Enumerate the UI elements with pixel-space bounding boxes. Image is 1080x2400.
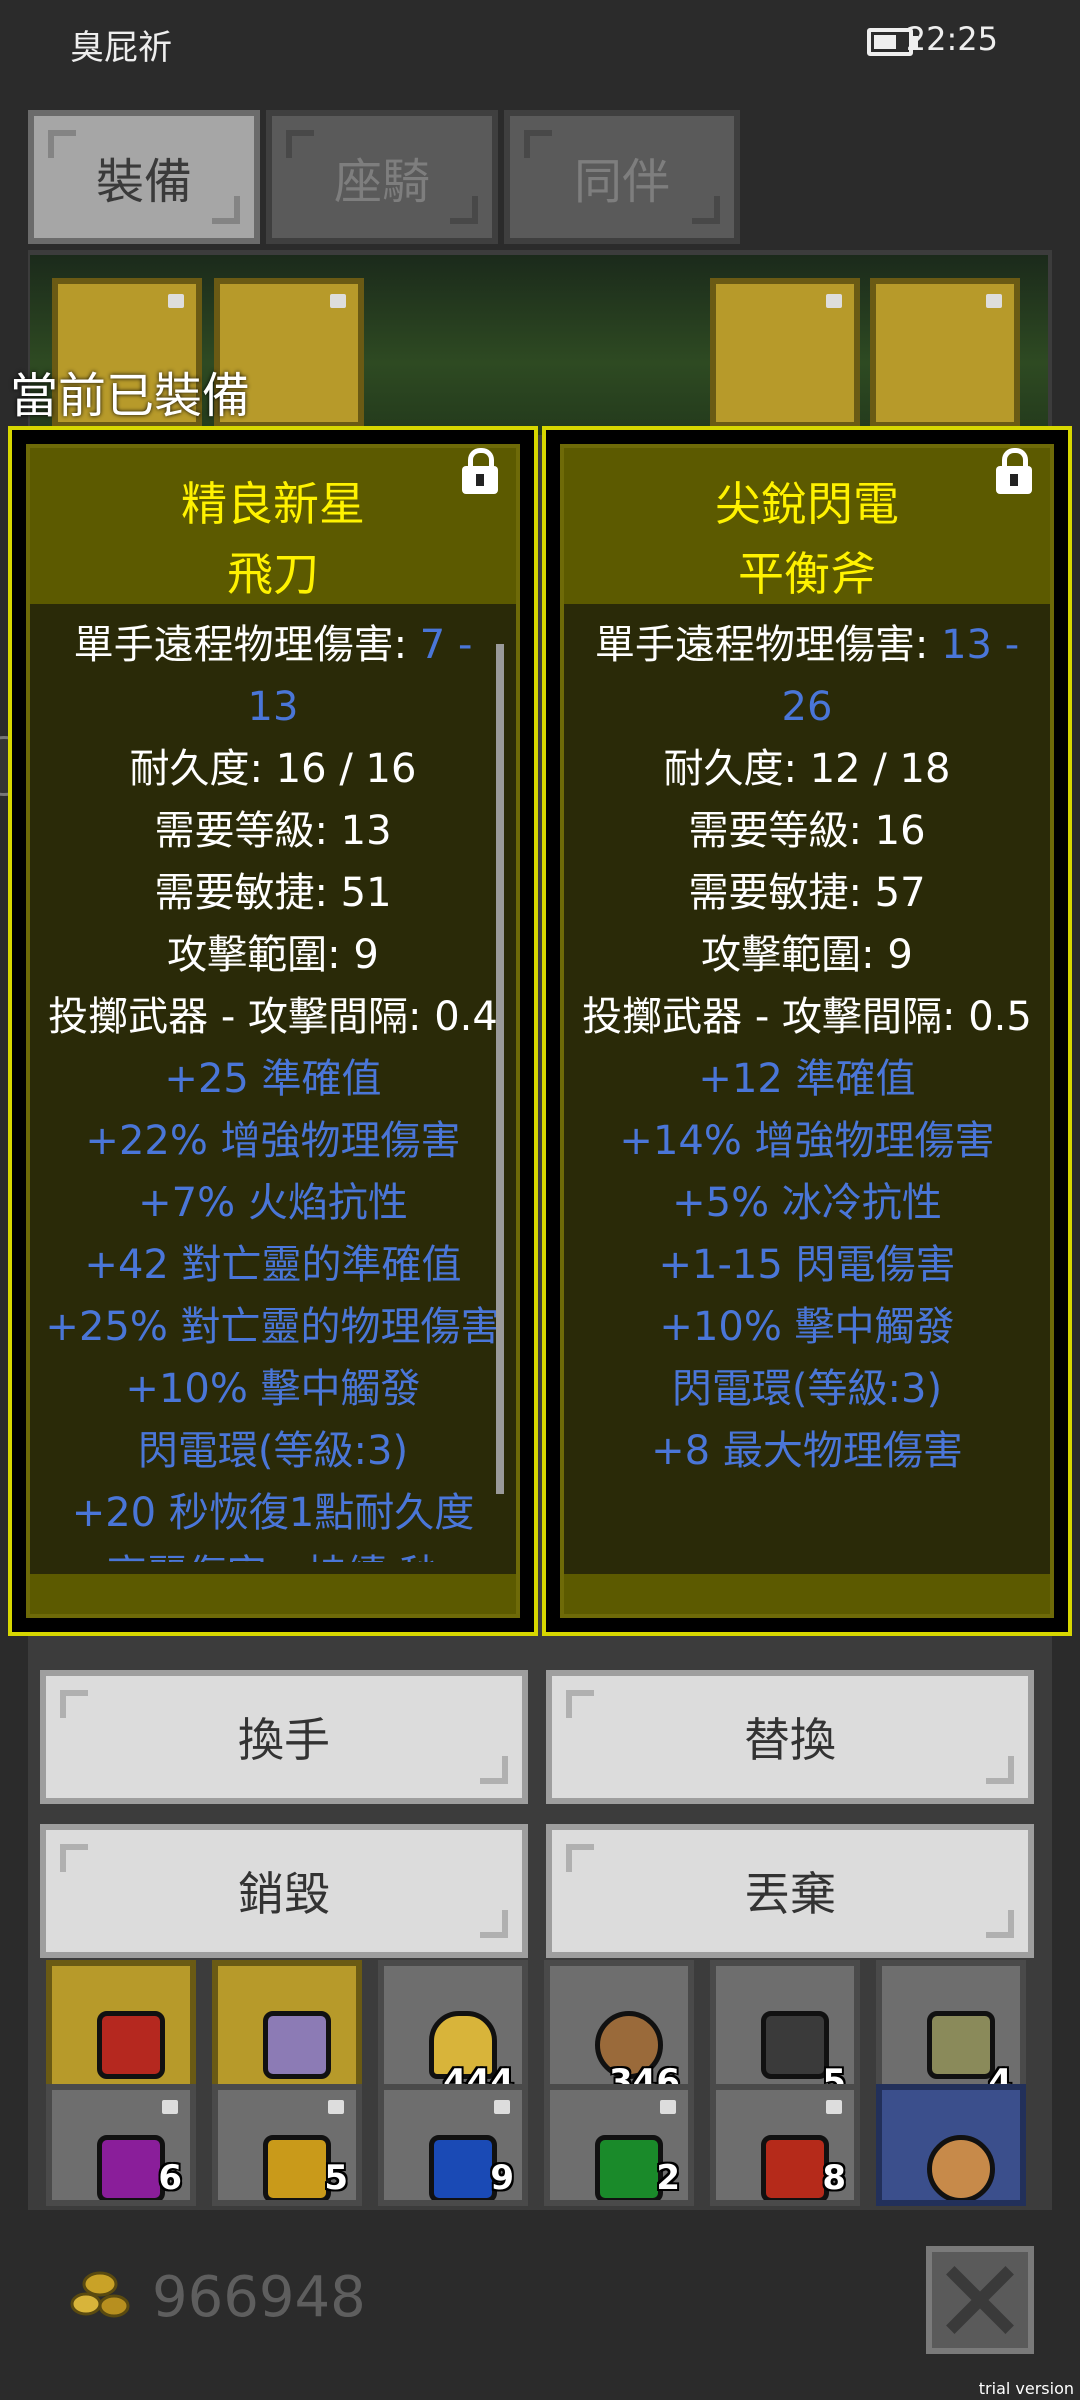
panel-header: 尖銳閃電 平衡斧 [564,448,1050,604]
affix-line: +7% 火焰抗性 [138,1180,408,1226]
lock-icon[interactable] [462,448,498,494]
stat-damage-cont: 26 [781,684,833,730]
tab-mount-label: 座騎 [333,154,430,210]
clock: 22:25 [905,20,998,58]
inventory-slot[interactable]: 5 [212,2084,362,2206]
item-prefix: 精良新星 [181,477,365,531]
stat-line: 需要等級: 16 [688,808,926,854]
equip-slot[interactable] [710,278,860,428]
affix-line: +1-15 閃電傷害 [658,1242,956,1288]
item-stats[interactable]: 單手遠程物理傷害: 13 - 26 耐久度: 12 / 18 需要等級: 16 … [564,614,1050,1562]
equip-slot-amulet[interactable] [870,278,1020,428]
affix-line: +8 最大物理傷害 [651,1428,963,1474]
stat-line: 需要敏捷: 57 [688,870,926,916]
inventory-slot[interactable]: 6 [46,2084,196,2206]
stat-line: 投擲武器 - 攻擊間隔: 0.4 [48,994,498,1040]
stat-label: 單手遠程物理傷害: [594,622,942,668]
item-count: 6 [158,2158,182,2198]
destroy-label: 銷毀 [238,1867,330,1921]
status-bar: 臭屁祈 22:25 [0,0,1080,90]
stat-value: 7 - [419,622,473,668]
item-count: 9 [490,2158,514,2198]
stat-line: 需要等級: 13 [154,808,392,854]
item-name: 平衡斧 [738,547,876,601]
stat-damage-cont: 13 [247,684,299,730]
panel-footer [564,1574,1050,1614]
inventory-slot[interactable] [876,2084,1026,2206]
affix-line: +10% 擊中觸發 [125,1366,421,1412]
candidate-item-panel: 尖銳閃電 平衡斧 單手遠程物理傷害: 13 - 26 耐久度: 12 / 18 … [542,426,1072,1636]
affix-line: +25% 對亡靈的物理傷害 [45,1304,501,1350]
stat-label: 單手遠程物理傷害: [73,622,420,668]
panel-footer [30,1574,516,1614]
affix-line: 高麗傷害 - 持續 秒 [30,1544,516,1562]
discard-label: 丟棄 [744,1867,836,1921]
tab-mount[interactable]: 座騎 [266,110,498,244]
carrier-name: 臭屁祈 [70,28,172,68]
affix-line: +20 秒恢復1點耐久度 [71,1490,475,1536]
lock-icon[interactable] [996,448,1032,494]
inventory-slot[interactable]: 9 [378,2084,528,2206]
affix-line: +14% 增強物理傷害 [619,1118,995,1164]
tab-equipment[interactable]: 裝備 [28,110,260,244]
item-prefix: 尖銳閃電 [715,477,899,531]
currently-equipped-label: 當前已裝備 [10,368,251,424]
stat-line: 投擲武器 - 攻擊間隔: 0.5 [582,994,1032,1040]
item-stats[interactable]: 單手遠程物理傷害: 7 - 13 耐久度: 16 / 16 需要等級: 13 需… [30,614,516,1562]
replace-label: 替換 [744,1713,836,1767]
item-count: 2 [656,2158,680,2198]
affix-line: +22% 增強物理傷害 [85,1118,461,1164]
inventory-slot[interactable]: 2 [544,2084,694,2206]
replace-button[interactable]: 替換 [546,1670,1034,1804]
affix-line: +10% 擊中觸發 [659,1304,955,1350]
stat-value: 13 - [941,622,1020,668]
panel-header: 精良新星 飛刀 [30,448,516,604]
affix-line: 閃電環(等級:3) [137,1428,409,1474]
affix-line: +42 對亡靈的準確值 [84,1242,462,1288]
stat-line: 攻擊範圍: 9 [701,932,913,978]
affix-line: +12 準確值 [698,1056,916,1102]
stat-line: 耐久度: 16 / 16 [129,746,417,792]
gold-amount: 966948 [152,2265,366,2330]
item-name: 飛刀 [227,547,319,601]
close-button[interactable] [926,2246,1034,2354]
stat-line: 耐久度: 12 / 18 [663,746,951,792]
stat-line: 攻擊範圍: 9 [167,932,379,978]
discard-button[interactable]: 丟棄 [546,1824,1034,1958]
equipped-item-panel: 精良新星 飛刀 單手遠程物理傷害: 7 - 13 耐久度: 16 / 16 需要… [8,426,538,1636]
affix-line: +5% 冰冷抗性 [672,1180,942,1226]
affix-line: 閃電環(等級:3) [671,1366,943,1412]
stat-damage: 單手遠程物理傷害: 13 - [564,614,1050,676]
destroy-button[interactable]: 銷毀 [40,1824,528,1958]
trial-watermark: trial version [978,2379,1074,2398]
stat-damage: 單手遠程物理傷害: 7 - [30,614,516,676]
item-count: 5 [324,2158,348,2198]
inventory-slot[interactable]: 8 [710,2084,860,2206]
item-count: 8 [822,2158,846,2198]
affix-line: +25 準確值 [164,1056,382,1102]
swap-hand-button[interactable]: 換手 [40,1670,528,1804]
gold-coins-icon [70,2271,130,2318]
stat-line: 需要敏捷: 51 [154,870,392,916]
tab-companion-label: 同伴 [573,154,670,210]
tab-companion[interactable]: 同伴 [504,110,740,244]
swap-hand-label: 換手 [238,1713,330,1767]
tab-equipment-label: 裝備 [95,154,192,210]
scrollbar[interactable] [496,644,504,1494]
